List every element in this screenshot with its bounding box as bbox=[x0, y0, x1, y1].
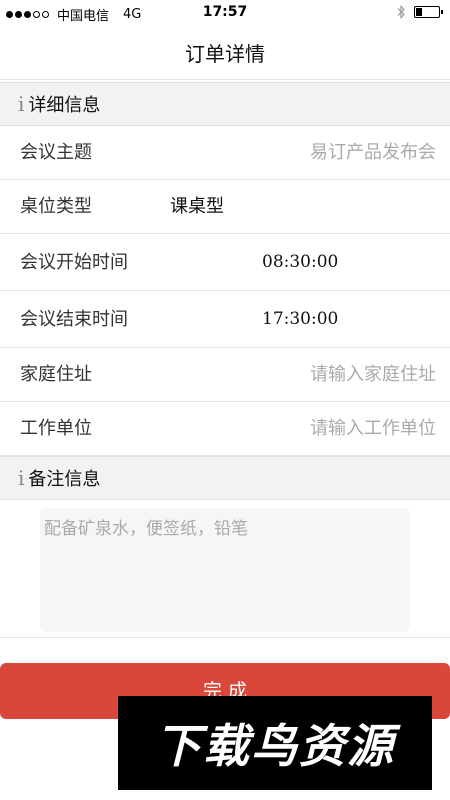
work-unit-input[interactable]: 请输入工作单位 bbox=[310, 402, 436, 456]
row-label: 桌位类型 bbox=[20, 196, 92, 217]
battery-icon bbox=[414, 6, 443, 18]
row-label: 家庭住址 bbox=[20, 364, 92, 385]
meeting-topic-value: 易订产品发布会 bbox=[310, 142, 436, 163]
row-label: 会议主题 bbox=[20, 142, 92, 163]
watermark-overlay: 下载鸟资源 bbox=[118, 696, 432, 790]
work-unit-row[interactable]: 工作单位 请输入工作单位 bbox=[0, 402, 450, 456]
home-address-input[interactable]: 请输入家庭住址 bbox=[310, 348, 436, 402]
section-header-detail: i 详细信息 bbox=[0, 82, 450, 126]
start-time-row[interactable]: 会议开始时间 08:30:00 bbox=[0, 234, 450, 291]
row-label: 会议结束时间 bbox=[20, 309, 128, 330]
section-title: 详细信息 bbox=[28, 95, 101, 116]
row-label: 会议开始时间 bbox=[20, 252, 128, 273]
page-title: 订单详情 bbox=[185, 42, 265, 66]
status-time: 17:57 bbox=[202, 4, 248, 20]
table-type-row[interactable]: 桌位类型 课桌型 bbox=[0, 180, 450, 234]
meeting-topic-row[interactable]: 会议主题 易订产品发布会 bbox=[0, 126, 450, 180]
section-header-remark: i 备注信息 bbox=[0, 456, 450, 500]
info-icon: i bbox=[18, 466, 25, 490]
remark-area: 配备矿泉水，便签纸，铅笔 bbox=[0, 502, 450, 638]
home-address-row[interactable]: 家庭住址 请输入家庭住址 bbox=[0, 348, 450, 402]
start-time-value: 08:30:00 bbox=[262, 252, 339, 272]
status-right bbox=[396, 5, 443, 19]
table-type-value: 课桌型 bbox=[170, 196, 224, 217]
section-title: 备注信息 bbox=[28, 469, 101, 490]
nav-bar: 订单详情 bbox=[0, 26, 450, 80]
remark-textarea[interactable]: 配备矿泉水，便签纸，铅笔 bbox=[40, 508, 410, 632]
end-time-value: 17:30:00 bbox=[262, 309, 339, 329]
end-time-row[interactable]: 会议结束时间 17:30:00 bbox=[0, 291, 450, 348]
info-icon: i bbox=[18, 92, 25, 116]
row-label: 工作单位 bbox=[20, 418, 92, 439]
battery-tip bbox=[441, 10, 443, 14]
status-bar: 中国电信 4G 17:57 bbox=[0, 0, 450, 26]
watermark-text: 下载鸟资源 bbox=[155, 719, 395, 773]
bluetooth-icon bbox=[397, 5, 405, 19]
battery-fill bbox=[416, 8, 422, 16]
